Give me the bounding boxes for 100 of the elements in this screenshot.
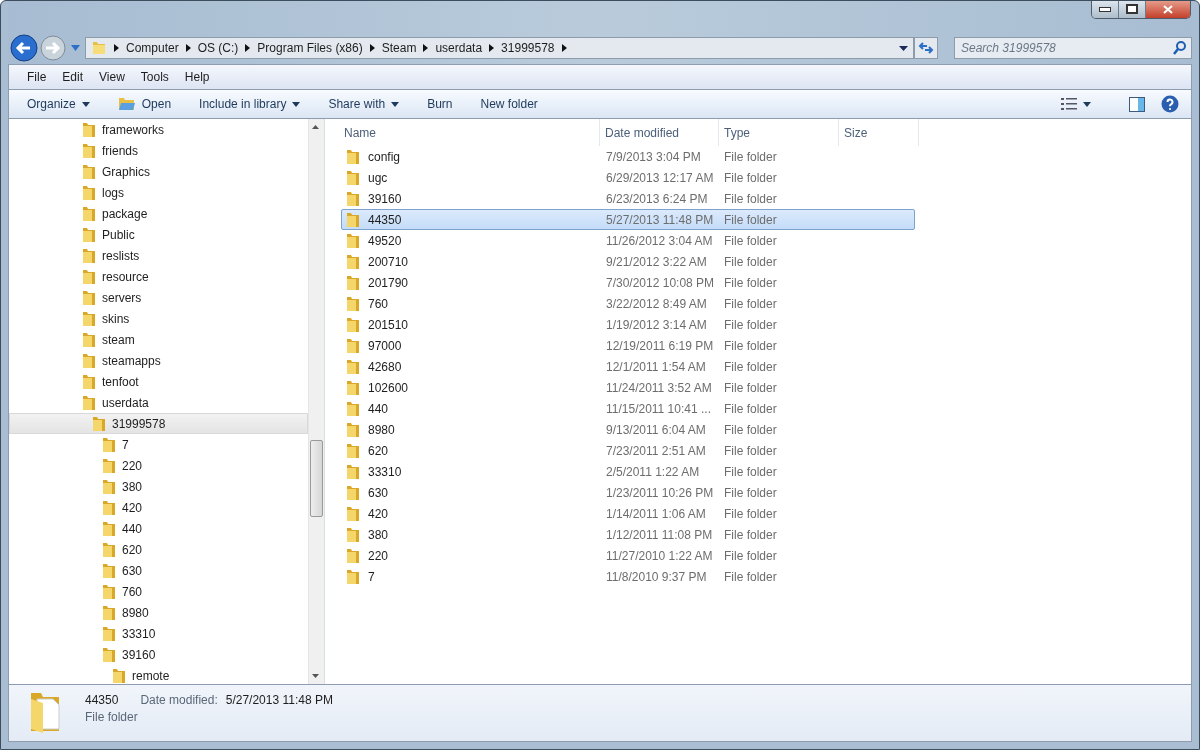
toolbar-button[interactable]: New folder — [472, 94, 546, 114]
help-icon[interactable] — [1161, 95, 1179, 113]
file-row[interactable]: 220 11/27/2010 1:22 AM File folder — [341, 545, 915, 566]
tree-item[interactable]: 31999578 — [9, 413, 308, 434]
tree-item[interactable]: remote — [9, 665, 308, 684]
file-row[interactable]: 39160 6/23/2013 6:24 PM File folder — [341, 188, 915, 209]
tree-item[interactable]: servers — [9, 287, 308, 308]
tree-item[interactable]: steam — [9, 329, 308, 350]
column-header[interactable]: Name — [341, 119, 600, 146]
menu-item[interactable]: Tools — [140, 70, 169, 84]
tree-item[interactable]: 420 — [9, 497, 308, 518]
file-row[interactable]: 760 3/22/2012 8:49 AM File folder — [341, 293, 915, 314]
toolbar-button[interactable]: Include in library — [191, 94, 309, 114]
file-row[interactable]: 102600 11/24/2011 3:52 AM File folder — [341, 377, 915, 398]
menu-item[interactable]: Help — [184, 70, 210, 84]
tree-item[interactable]: frameworks — [9, 119, 308, 140]
breadcrumb[interactable]: Computer — [126, 41, 179, 55]
tree-item[interactable]: 33310 — [9, 623, 308, 644]
tree-item[interactable]: steamapps — [9, 350, 308, 371]
tree-item[interactable]: tenfoot — [9, 371, 308, 392]
search-field[interactable]: Search 31999578 — [954, 37, 1192, 59]
file-row[interactable]: ugc 6/29/2013 12:17 AM File folder — [341, 167, 915, 188]
toolbar-button[interactable]: Open — [109, 93, 180, 115]
file-row[interactable]: 200710 9/21/2012 3:22 AM File folder — [341, 251, 915, 272]
tree-item[interactable]: logs — [9, 182, 308, 203]
tree-item[interactable]: reslists — [9, 245, 308, 266]
file-row[interactable]: 620 7/23/2011 2:51 AM File folder — [341, 440, 915, 461]
tree-item[interactable]: 440 — [9, 518, 308, 539]
column-header[interactable]: Date modified — [600, 119, 719, 146]
folder-icon — [112, 667, 126, 684]
folder-icon — [102, 457, 116, 474]
menu-item[interactable]: File — [27, 70, 47, 84]
folder-icon — [102, 499, 116, 516]
view-options-icon[interactable] — [1061, 98, 1077, 110]
caret-icon[interactable] — [1083, 101, 1091, 107]
folder-icon — [102, 583, 116, 600]
toolbar-button[interactable]: Burn — [419, 94, 461, 114]
tree-item[interactable]: 760 — [9, 581, 308, 602]
file-row[interactable]: 42680 12/1/2011 1:54 AM File folder — [341, 356, 915, 377]
dropdown-caret-icon[interactable] — [899, 45, 908, 51]
item-type: File folder — [85, 710, 139, 724]
menu-item[interactable]: View — [99, 70, 125, 84]
search-icon — [1173, 41, 1186, 55]
file-row[interactable]: 201790 7/30/2012 10:08 PM File folder — [341, 272, 915, 293]
folder-icon — [346, 253, 360, 270]
window-controls-drawing[interactable] — [1091, 1, 1191, 19]
recent-pages-caret-icon[interactable] — [71, 45, 80, 51]
file-row[interactable]: 49520 11/26/2012 3:04 AM File folder — [341, 230, 915, 251]
tree-item[interactable]: userdata — [9, 392, 308, 413]
tree-item[interactable]: 7 — [9, 434, 308, 455]
menu-item[interactable]: Edit — [62, 70, 84, 84]
address-bar[interactable]: Computer OS (C:) Program Files (x86) Steam userdata 31999578 — [85, 37, 914, 59]
breadcrumb[interactable]: Steam — [381, 41, 417, 55]
refresh-button[interactable] — [914, 37, 938, 59]
file-row[interactable]: 380 1/12/2011 11:08 PM File folder — [341, 524, 915, 545]
folder-icon — [346, 505, 360, 522]
file-row[interactable]: 420 1/14/2011 1:06 AM File folder — [341, 503, 915, 524]
file-row[interactable]: 7 11/8/2010 9:37 PM File folder — [341, 566, 915, 587]
preview-pane-icon[interactable] — [1129, 96, 1145, 112]
folder-icon — [346, 169, 360, 186]
breadcrumb[interactable]: 31999578 — [501, 41, 555, 55]
tree-item[interactable]: friends — [9, 140, 308, 161]
column-header[interactable]: Type — [719, 119, 839, 146]
tree-item[interactable]: 220 — [9, 455, 308, 476]
breadcrumb[interactable]: Program Files (x86) — [257, 41, 363, 55]
back-button[interactable] — [10, 34, 38, 62]
breadcrumb[interactable]: OS (C:) — [197, 41, 239, 55]
file-row[interactable]: 8980 9/13/2011 6:04 AM File folder — [341, 419, 915, 440]
file-row[interactable]: 440 11/15/2011 10:41 ... File folder — [341, 398, 915, 419]
tree-item[interactable]: 620 — [9, 539, 308, 560]
file-row[interactable]: 33310 2/5/2011 1:22 AM File folder — [341, 461, 915, 482]
chevron-icon — [489, 44, 495, 52]
file-row[interactable]: config 7/9/2013 3:04 PM File folder — [341, 146, 915, 167]
tree-item[interactable]: 630 — [9, 560, 308, 581]
tree-item[interactable]: resource — [9, 266, 308, 287]
folder-icon — [82, 184, 96, 201]
tree-item[interactable]: 8980 — [9, 602, 308, 623]
toolbar-button[interactable]: Share with — [320, 94, 408, 114]
tree-item[interactable]: 39160 — [9, 644, 308, 665]
folder-icon — [346, 547, 360, 564]
file-row[interactable]: 201510 1/19/2012 3:14 AM File folder — [341, 314, 915, 335]
file-row[interactable]: 97000 12/19/2011 6:19 PM File folder — [341, 335, 915, 356]
folder-icon — [82, 121, 96, 138]
folder-icon — [82, 310, 96, 327]
tree-item[interactable]: Public — [9, 224, 308, 245]
file-row[interactable]: 44350 5/27/2013 11:48 PM File folder — [341, 209, 915, 230]
tree-item[interactable]: package — [9, 203, 308, 224]
folder-icon — [346, 526, 360, 543]
folder-icon — [346, 463, 360, 480]
toolbar-button[interactable]: Organize — [19, 94, 98, 114]
column-header[interactable]: Size — [839, 119, 919, 146]
tree-item[interactable]: Graphics — [9, 161, 308, 182]
tree-item[interactable]: 380 — [9, 476, 308, 497]
tree-item[interactable]: skins — [9, 308, 308, 329]
folder-icon — [102, 604, 116, 621]
folder-icon — [346, 379, 360, 396]
chevron-icon — [114, 44, 119, 52]
breadcrumb[interactable]: userdata — [435, 41, 483, 55]
scrollbar-drawing[interactable] — [308, 119, 324, 684]
file-row[interactable]: 630 1/23/2011 10:26 PM File folder — [341, 482, 915, 503]
